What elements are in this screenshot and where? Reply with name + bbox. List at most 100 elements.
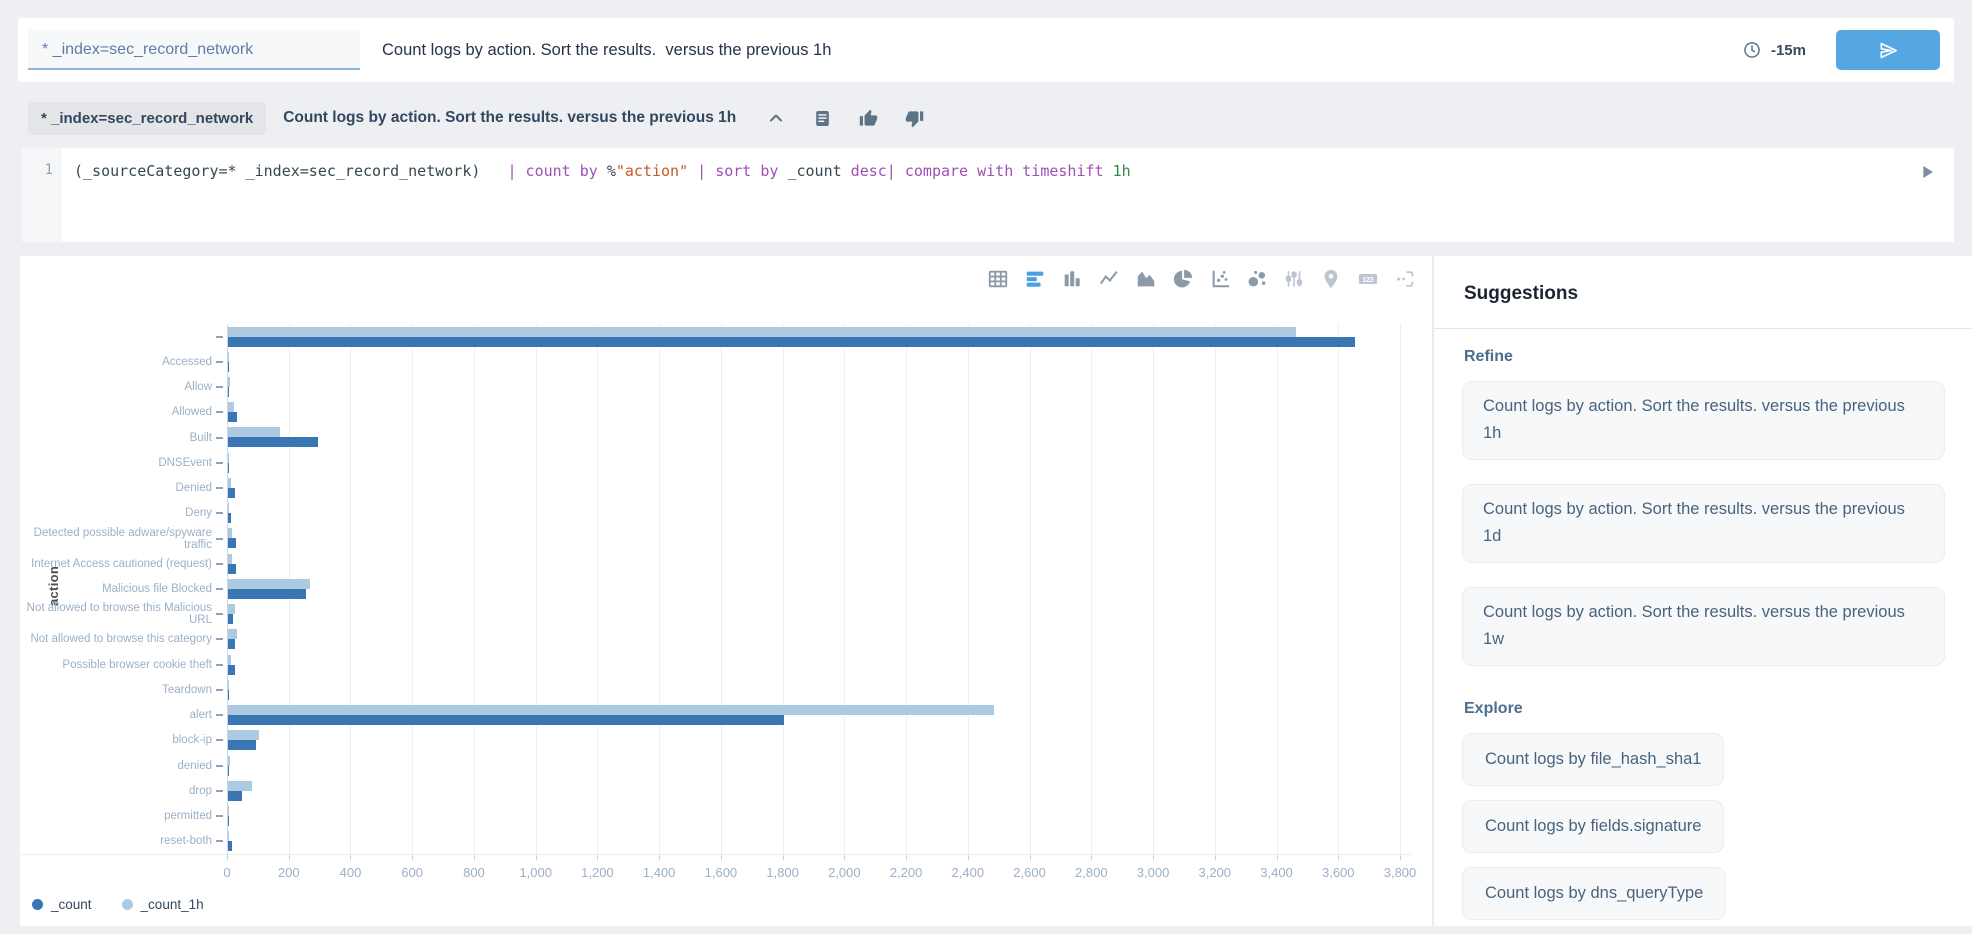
x-axis-tick: [906, 855, 907, 860]
x-axis-label: 3,000: [1137, 865, 1170, 880]
run-icon[interactable]: [1916, 161, 1938, 187]
code-token: | sort by: [688, 162, 787, 180]
category-tick: [216, 462, 223, 464]
category-tick: [216, 739, 223, 741]
gridline: [659, 324, 660, 854]
bar-_count: [228, 816, 229, 826]
x-axis-tick: [1338, 855, 1339, 860]
refine-suggestion-card[interactable]: Count logs by action. Sort the results. …: [1462, 484, 1945, 563]
chart-legend: _count _count_1h: [20, 897, 1412, 912]
bar-_count_1h: [228, 730, 259, 740]
gridline: [474, 324, 475, 854]
scatter-chart-icon[interactable]: [1209, 268, 1231, 290]
category-label: DNSEvent: [20, 457, 212, 469]
send-button[interactable]: [1836, 30, 1940, 70]
query-editor[interactable]: 1 (_sourceCategory=* _index=sec_record_n…: [22, 148, 1954, 242]
category-label: reset-both: [20, 835, 212, 847]
table-icon[interactable]: [987, 268, 1009, 290]
category-label: block-ip: [20, 734, 212, 746]
scope-filter-input[interactable]: * _index=sec_record_network: [28, 30, 360, 70]
thumbs-up-icon[interactable]: [859, 109, 878, 128]
bar-_count: [228, 387, 229, 397]
bar-_count_1h: [228, 352, 229, 362]
x-axis-tick: [721, 855, 722, 860]
single-value-icon[interactable]: 123: [1357, 268, 1379, 290]
summary-icon[interactable]: [813, 109, 832, 128]
transaction-flow-icon[interactable]: [1394, 268, 1416, 290]
prompt-scope-chip[interactable]: * _index=sec_record_network: [28, 102, 266, 135]
column-chart-icon[interactable]: [1061, 268, 1083, 290]
settings-sliders-icon[interactable]: [1283, 268, 1305, 290]
category-label: Allow: [20, 381, 212, 393]
query-input[interactable]: Count logs by action. Sort the results. …: [382, 41, 1742, 60]
category-tick: [216, 361, 223, 363]
bar-_count_1h: [228, 806, 229, 816]
line-number-gutter: 1: [22, 148, 62, 242]
legend-label: _count: [51, 897, 92, 912]
chart-panel: 123 action AccessedAllowAllowedBuiltDNSE…: [20, 256, 1432, 926]
x-axis-label: 2,800: [1075, 865, 1108, 880]
category-tick: [216, 538, 223, 540]
gridline: [1091, 324, 1092, 854]
gridline: [844, 324, 845, 854]
pie-chart-icon[interactable]: [1172, 268, 1194, 290]
x-axis-tick: [536, 855, 537, 860]
x-axis-tick: [227, 855, 228, 860]
x-axis-tick: [844, 855, 845, 860]
x-axis-tick: [1277, 855, 1278, 860]
x-axis-label: 3,800: [1384, 865, 1417, 880]
bar-_count_1h: [228, 503, 229, 513]
bar-_count: [228, 665, 235, 675]
map-pin-icon[interactable]: [1320, 268, 1342, 290]
gridline: [721, 324, 722, 854]
bar-_count: [228, 614, 233, 624]
bar-_count_1h: [228, 579, 310, 589]
chevron-up-icon[interactable]: [766, 108, 786, 128]
bar-_count: [228, 690, 229, 700]
x-axis-tick: [783, 855, 784, 860]
bar-_count: [228, 715, 784, 725]
x-axis-label: 1,400: [643, 865, 676, 880]
bubble-chart-icon[interactable]: [1246, 268, 1268, 290]
x-axis-tick: [474, 855, 475, 860]
area-chart-icon[interactable]: [1135, 268, 1157, 290]
bar-_count_1h: [228, 478, 231, 488]
x-axis-label: 1,200: [581, 865, 614, 880]
bar-_count: [228, 740, 256, 750]
explore-suggestion-card[interactable]: Count logs by fields.signature: [1462, 800, 1724, 853]
suggestions-title: Suggestions: [1434, 256, 1972, 305]
refine-suggestion-card[interactable]: Count logs by action. Sort the results. …: [1462, 381, 1945, 460]
clock-icon: [1742, 40, 1762, 60]
category-tick: [216, 638, 223, 640]
bar-_count: [228, 538, 236, 548]
bar-_count: [228, 362, 229, 372]
legend-item[interactable]: _count_1h: [122, 897, 204, 912]
x-axis-label: 3,400: [1260, 865, 1293, 880]
query-code-line[interactable]: (_sourceCategory=* _index=sec_record_net…: [74, 162, 1894, 180]
category-tick: [216, 411, 223, 413]
explore-suggestion-card[interactable]: Count logs by file_hash_sha1: [1462, 733, 1724, 786]
x-axis-label: 2,400: [952, 865, 985, 880]
time-range-button[interactable]: -15m: [1742, 40, 1806, 60]
send-icon: [1877, 39, 1900, 62]
x-axis-tick: [289, 855, 290, 860]
bar-_count: [228, 589, 306, 599]
x-axis-label: 600: [401, 865, 423, 880]
x-axis-label: 200: [278, 865, 300, 880]
legend-item[interactable]: _count: [32, 897, 92, 912]
svg-text:123: 123: [1362, 277, 1374, 284]
bar-_count_1h: [228, 655, 231, 665]
line-chart-icon[interactable]: [1098, 268, 1120, 290]
thumbs-down-icon[interactable]: [905, 109, 924, 128]
explore-suggestion-card[interactable]: Count logs by dns_queryType: [1462, 867, 1726, 920]
gridline: [1030, 324, 1031, 854]
explore-heading: Explore: [1464, 700, 1972, 718]
gridline: [906, 324, 907, 854]
bar-chart-icon[interactable]: [1024, 268, 1046, 290]
refine-suggestion-card[interactable]: Count logs by action. Sort the results. …: [1462, 587, 1945, 666]
x-axis-tick: [1030, 855, 1031, 860]
category-tick: [216, 487, 223, 489]
gridline: [350, 324, 351, 854]
category-tick: [216, 512, 223, 514]
refine-heading: Refine: [1464, 348, 1972, 366]
